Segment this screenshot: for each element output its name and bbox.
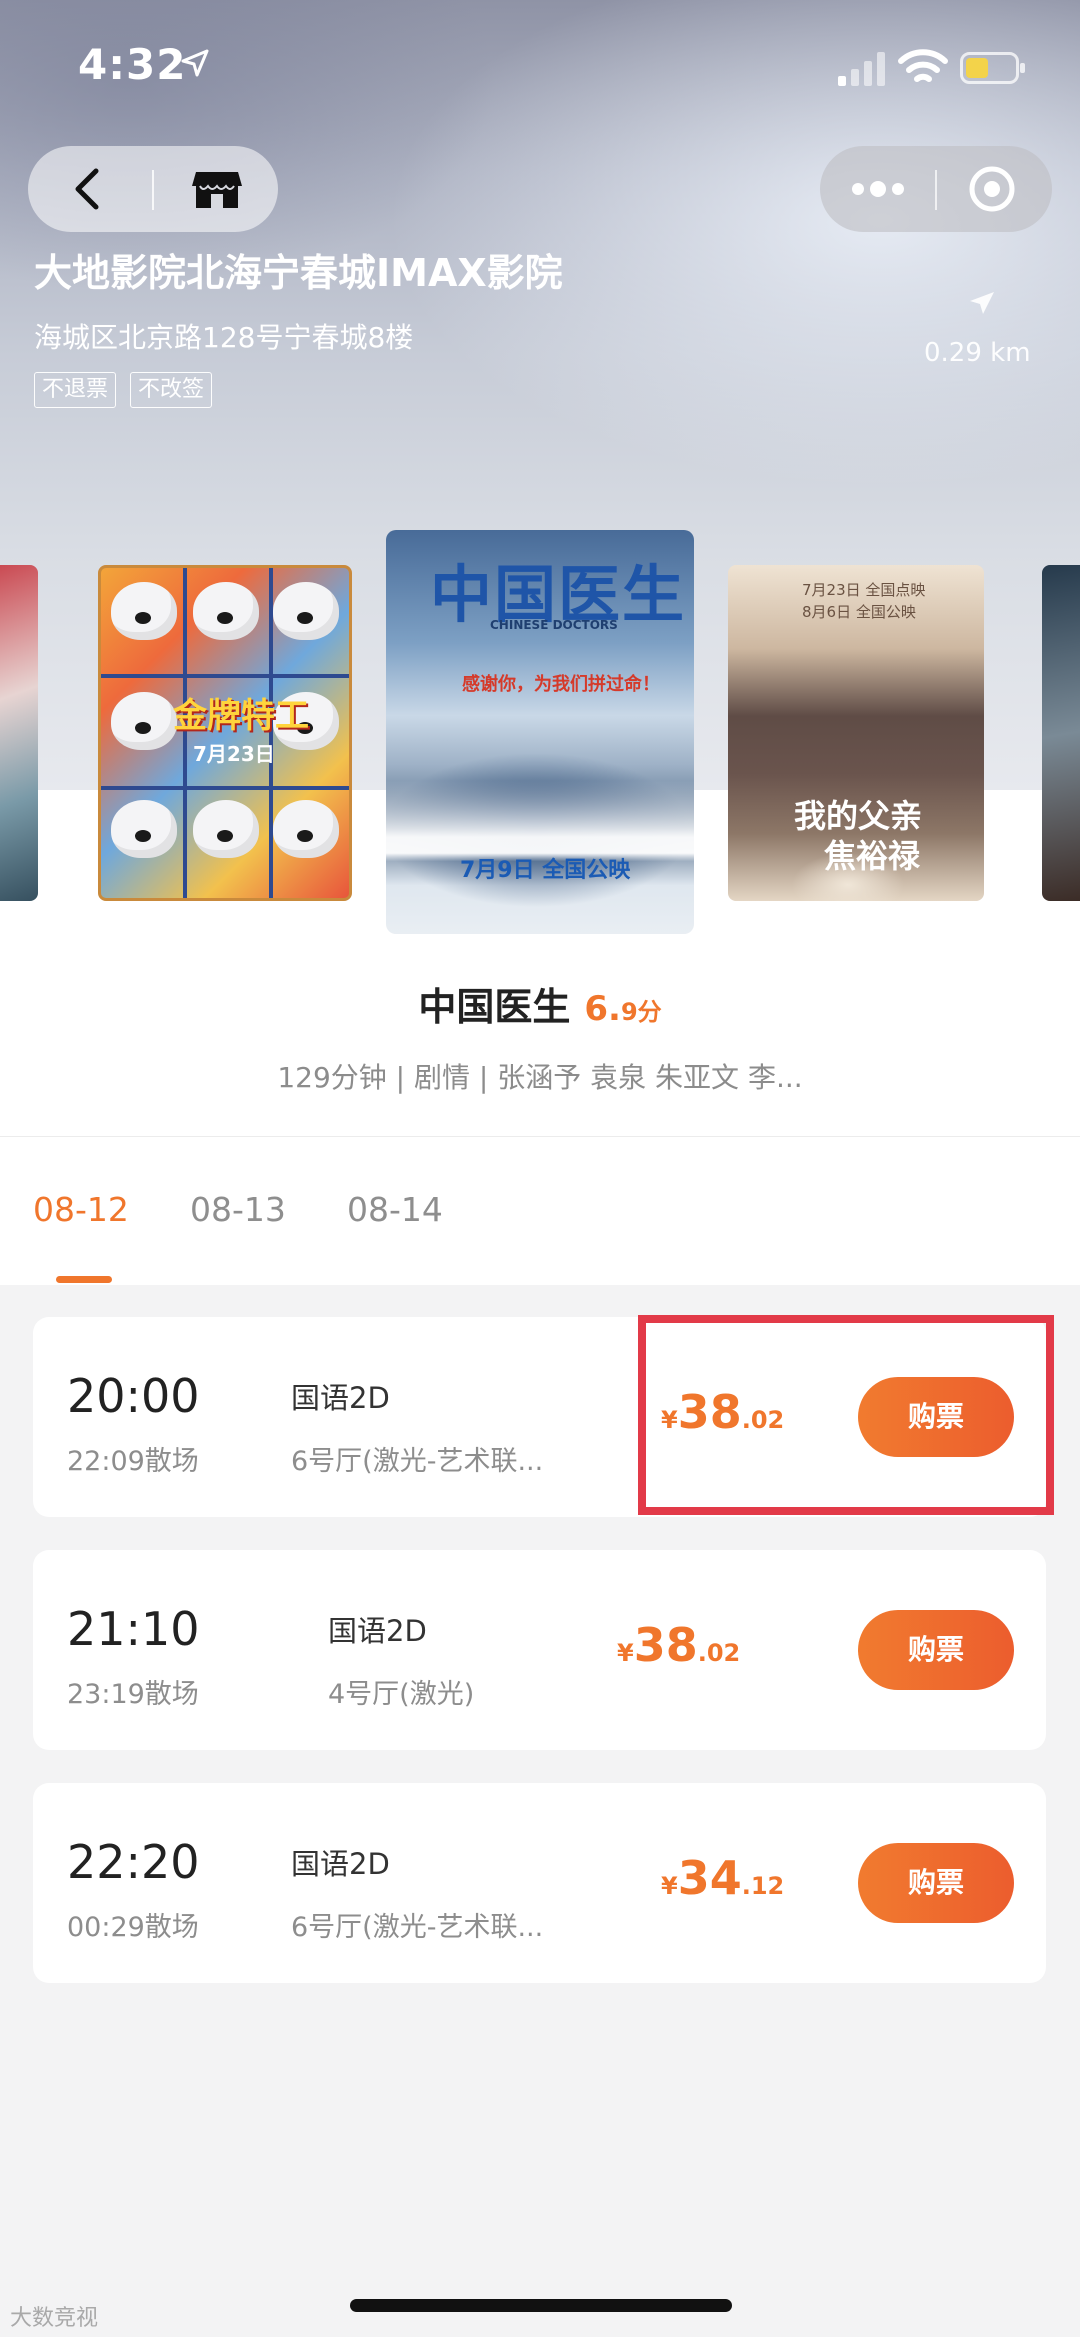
price-integer: 34: [677, 1851, 742, 1905]
showtime-hall: 6号厅(激光-艺术联...: [291, 1446, 544, 1477]
showtime-start: 21:10: [67, 1602, 200, 1656]
poster-golden-agent[interactable]: 金牌特工 7月23日: [98, 565, 352, 901]
price-decimal: .12: [741, 1872, 785, 1900]
price-decimal: .02: [697, 1639, 741, 1667]
poster-right-date-2: 8月6日 全国公映: [802, 603, 916, 621]
poster-right-title-2: 焦裕禄: [824, 837, 921, 875]
movie-score: 6.: [584, 989, 621, 1029]
showtime-end: 22:09散场: [67, 1446, 199, 1477]
chevron-left-icon: [75, 168, 99, 210]
cinema-tags: 不退票 不改签: [34, 372, 213, 408]
tag-no-refund: 不退票: [34, 372, 117, 408]
poster-my-father-jiao-yulu[interactable]: 7月23日 全国点映 8月6日 全国公映 我的父亲 焦裕禄: [728, 565, 984, 901]
showtime-card[interactable]: 22:20 00:29散场 国语2D 6号厅(激光-艺术联... ¥34.12 …: [33, 1783, 1046, 1983]
poster-center-subtitle: CHINESE DOCTORS: [490, 618, 618, 632]
mini-program-capsule: [820, 146, 1052, 232]
showtime-language: 国语2D: [291, 1847, 390, 1881]
more-dots-icon: [852, 181, 904, 197]
poster-chinese-doctors[interactable]: 中国医生 CHINESE DOCTORS 感谢你，为我们拼过命！ 7月9日 全国…: [386, 530, 694, 934]
showtime-start: 22:20: [67, 1835, 200, 1889]
poster-right-date-1: 7月23日 全国点映: [802, 581, 926, 599]
store-icon: [192, 172, 242, 208]
wifi-icon: [898, 49, 948, 82]
buy-ticket-button[interactable]: 购票: [858, 1843, 1014, 1923]
capsule-divider: [152, 170, 154, 210]
more-button[interactable]: [820, 146, 934, 232]
navigation-icon[interactable]: [968, 290, 996, 318]
tab-date-0812[interactable]: 08-12: [33, 1190, 129, 1229]
cinema-distance: 0.29 km: [924, 338, 1031, 368]
highlight-annotation-box: [638, 1315, 1054, 1515]
price-integer: 38: [633, 1618, 698, 1672]
movie-meta: 129分钟 | 剧情 | 张涵予 袁泉 朱亚文 李...: [277, 1061, 803, 1094]
tab-date-0813[interactable]: 08-13: [190, 1190, 286, 1229]
poster-left-title: 金牌特工: [173, 696, 309, 736]
showtime-hall: 6号厅(激光-艺术联...: [291, 1912, 544, 1943]
capsule-divider: [935, 170, 937, 210]
home-button[interactable]: [156, 146, 278, 232]
poster-center-slogan: 感谢你，为我们拼过命！: [462, 674, 660, 695]
tag-no-change: 不改签: [130, 372, 213, 408]
section-divider: [0, 1136, 1080, 1137]
poster-partial-left[interactable]: [0, 565, 38, 901]
cinema-name: 大地影院北海宁春城IMAX影院: [34, 251, 563, 295]
target-close-icon: [969, 166, 1015, 212]
battery-icon: [960, 52, 1025, 84]
showtime-price: ¥34.12: [661, 1851, 784, 1905]
showtime-hall: 4号厅(激光): [328, 1679, 475, 1710]
poster-center-release: 7月9日 全国公映: [460, 858, 631, 883]
showtime-price: ¥38.02: [617, 1618, 740, 1672]
movie-title-row: 中国医生 6.9分: [0, 976, 1080, 1031]
cinema-address[interactable]: 海城区北京路128号宁春城8楼: [34, 316, 413, 356]
price-currency: ¥: [617, 1639, 634, 1667]
close-mini-program-button[interactable]: [938, 146, 1052, 232]
active-tab-indicator: [56, 1276, 112, 1283]
cellular-signal-icon: [838, 52, 885, 86]
poster-left-date: 7月23日: [193, 742, 275, 766]
movie-score-decimal: 9分: [620, 998, 662, 1026]
buy-ticket-button[interactable]: 购票: [858, 1610, 1014, 1690]
navigation-capsule: [28, 146, 278, 232]
showtime-end: 00:29散场: [67, 1912, 199, 1943]
tab-date-0814[interactable]: 08-14: [347, 1190, 443, 1229]
poster-partial-right[interactable]: [1042, 565, 1080, 901]
showtime-language: 国语2D: [291, 1381, 390, 1415]
showtime-card[interactable]: 21:10 23:19散场 国语2D 4号厅(激光) ¥38.02 购票: [33, 1550, 1046, 1750]
status-time: 4:32: [78, 40, 187, 89]
showtime-start: 20:00: [67, 1369, 200, 1423]
watermark: 大数竞视: [10, 2306, 99, 2331]
showtime-end: 23:19散场: [67, 1679, 199, 1710]
showtime-language: 国语2D: [328, 1614, 427, 1648]
home-indicator[interactable]: [350, 2299, 732, 2312]
price-currency: ¥: [661, 1872, 678, 1900]
location-arrow-icon: [181, 49, 209, 77]
movie-title: 中国医生: [418, 985, 571, 1029]
status-bar: 4:32: [0, 0, 1080, 130]
back-button[interactable]: [28, 146, 150, 232]
